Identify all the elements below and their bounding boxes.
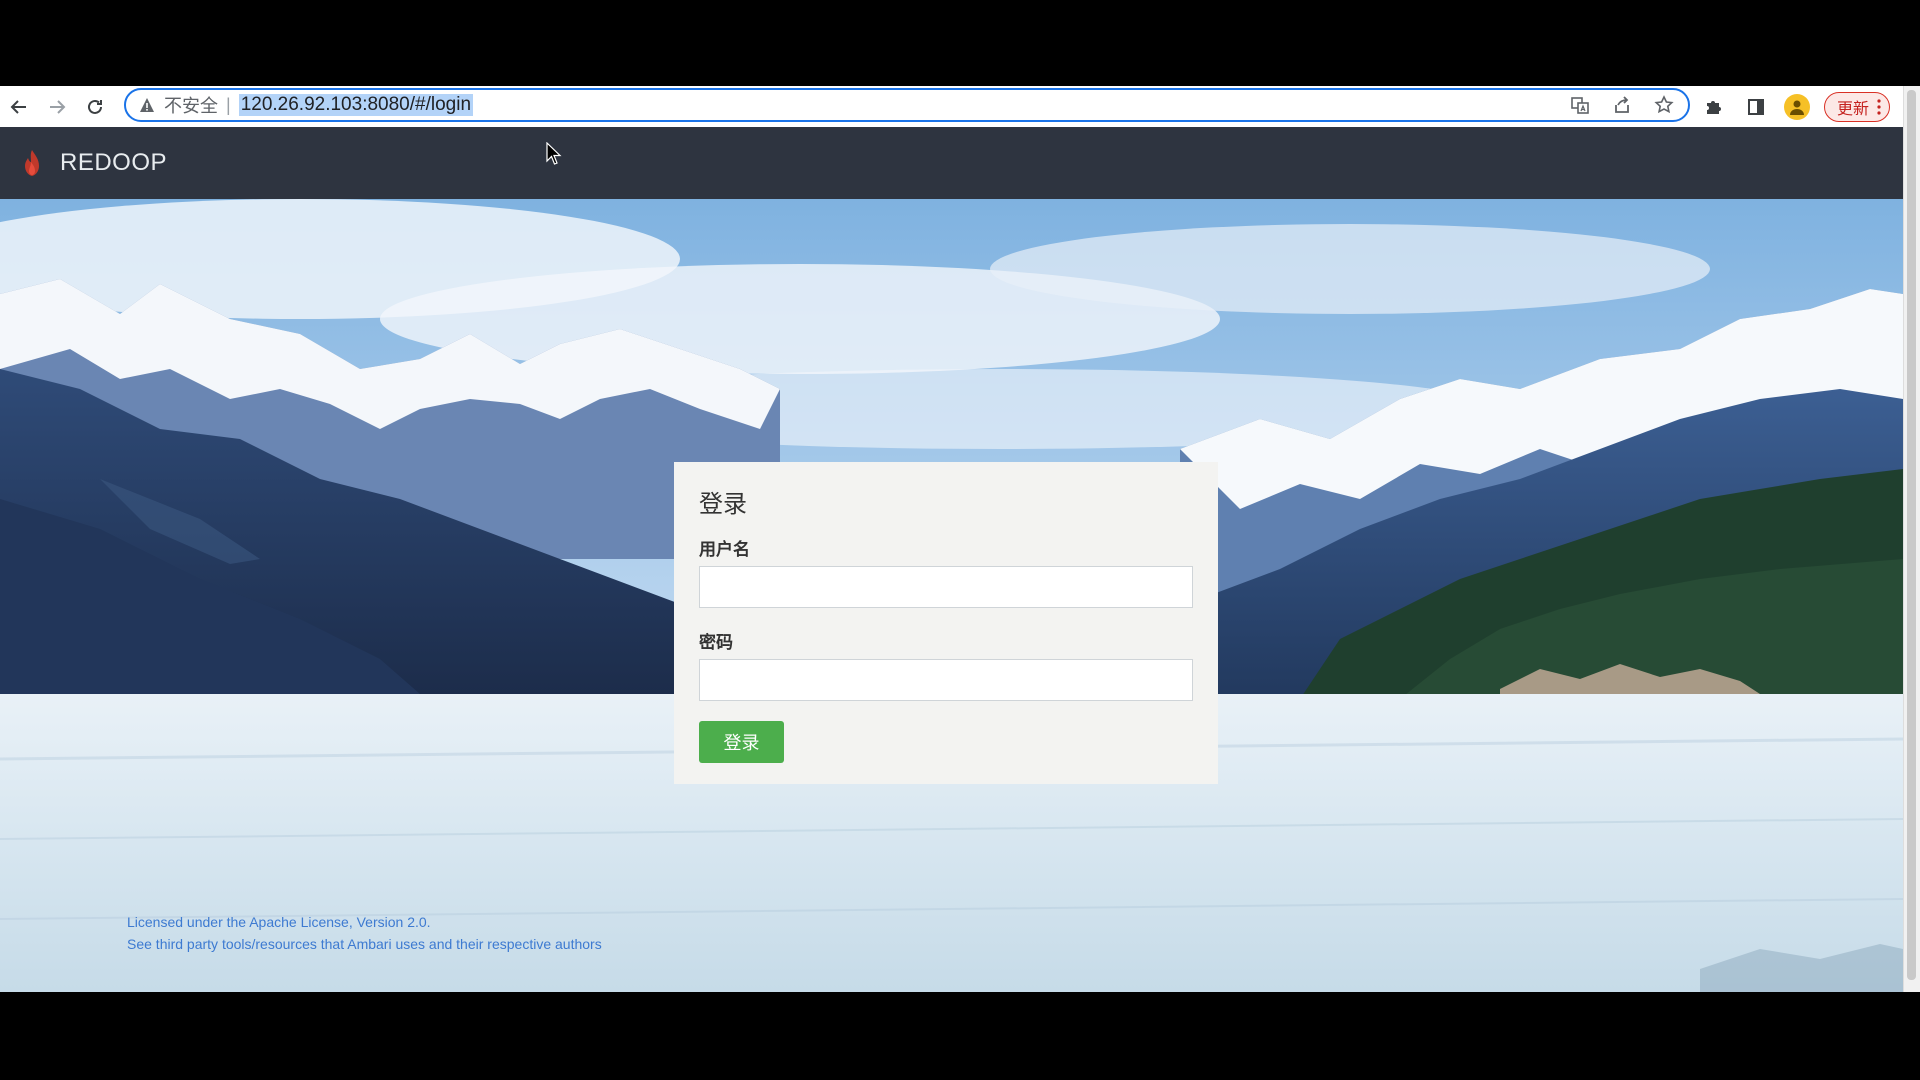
forward-button[interactable] [38,88,76,126]
insecure-label[interactable]: 不安全 [164,92,218,118]
side-panel-icon[interactable] [1742,93,1770,121]
app-header: REDOOP [0,127,1903,199]
address-bar[interactable]: 不安全 | 120.26.92.103:8080/#/login [124,88,1690,122]
password-input[interactable] [699,659,1193,701]
update-button[interactable]: 更新 [1824,91,1891,122]
url-text[interactable]: 120.26.92.103:8080/#/login [238,94,474,116]
login-button[interactable]: 登录 [699,721,784,763]
warning-icon[interactable] [138,96,156,114]
scrollbar-thumb[interactable] [1907,90,1916,980]
reload-icon [88,99,102,114]
top-letterbox [0,0,1920,86]
bookmark-star-icon[interactable] [1652,93,1676,117]
mouse-cursor-icon [546,142,562,165]
arrow-right-icon [50,99,66,114]
redoop-logo-icon[interactable] [22,148,42,178]
username-label: 用户名 [699,540,750,559]
login-title: 登录 [699,491,747,518]
reload-button[interactable] [76,88,114,126]
brand-name[interactable]: REDOOP [60,149,167,177]
kebab-menu-icon [1877,98,1881,115]
extensions-puzzle-icon[interactable] [1700,93,1728,121]
login-card: 登录 用户名 密码 登录 [674,462,1218,784]
username-input[interactable] [699,566,1193,608]
back-button[interactable] [0,88,38,126]
password-label: 密码 [699,633,733,652]
page-scrollbar[interactable] [1903,86,1920,992]
third-party-link[interactable]: See third party tools/resources that Amb… [127,936,602,952]
browser-toolbar: 不安全 | 120.26.92.103:8080/#/login 更新 [0,86,1920,127]
person-icon [1790,100,1804,115]
arrow-left-icon [10,99,26,114]
update-label: 更新 [1837,100,1870,118]
translate-icon[interactable] [1568,93,1592,117]
omnibox-separator: | [226,94,231,115]
share-icon[interactable] [1610,93,1634,117]
license-text[interactable]: Licensed under the Apache License, Versi… [127,914,431,930]
profile-avatar[interactable] [1784,93,1810,120]
bottom-letterbox [0,992,1920,1080]
